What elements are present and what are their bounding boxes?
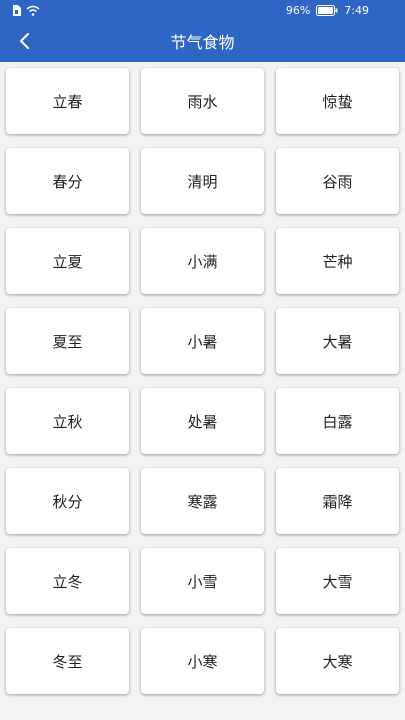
solar-term-tile[interactable]: 小寒 xyxy=(141,628,264,694)
solar-term-tile[interactable]: 夏至 xyxy=(6,308,129,374)
solar-term-tile[interactable]: 小雪 xyxy=(141,548,264,614)
solar-term-tile[interactable]: 芒种 xyxy=(276,228,399,294)
page-title: 节气食物 xyxy=(170,33,235,52)
solar-term-tile[interactable]: 处暑 xyxy=(141,388,264,454)
solar-term-tile[interactable]: 立夏 xyxy=(6,228,129,294)
solar-term-tile[interactable]: 清明 xyxy=(141,148,264,214)
status-left xyxy=(12,5,40,16)
back-button[interactable] xyxy=(10,30,38,56)
solar-term-tile[interactable]: 霜降 xyxy=(276,468,399,534)
solar-term-tile[interactable]: 寒露 xyxy=(141,468,264,534)
battery-icon xyxy=(316,5,338,16)
chevron-left-icon xyxy=(17,32,31,54)
solar-term-tile[interactable]: 立春 xyxy=(6,68,129,134)
solar-term-tile[interactable]: 大雪 xyxy=(276,548,399,614)
status-right: 96% 7:49 xyxy=(286,4,369,17)
solar-term-tile[interactable]: 立秋 xyxy=(6,388,129,454)
solar-term-tile[interactable]: 白露 xyxy=(276,388,399,454)
solar-term-tile[interactable]: 谷雨 xyxy=(276,148,399,214)
solar-term-tile[interactable]: 大暑 xyxy=(276,308,399,374)
solar-term-grid: 立春 雨水 惊蛰 春分 清明 谷雨 立夏 小满 芒种 夏至 小暑 大暑 立秋 处… xyxy=(6,68,399,694)
app-bar: 节气食物 xyxy=(0,24,405,62)
status-time: 7:49 xyxy=(344,4,369,17)
solar-term-tile[interactable]: 惊蛰 xyxy=(276,68,399,134)
solar-term-tile[interactable]: 大寒 xyxy=(276,628,399,694)
solar-term-tile[interactable]: 小满 xyxy=(141,228,264,294)
solar-term-tile[interactable]: 立冬 xyxy=(6,548,129,614)
status-bar: 96% 7:49 xyxy=(0,0,405,24)
wifi-icon xyxy=(26,5,40,16)
solar-term-tile[interactable]: 小暑 xyxy=(141,308,264,374)
solar-term-tile[interactable]: 雨水 xyxy=(141,68,264,134)
battery-percent: 96% xyxy=(285,4,311,17)
solar-term-tile[interactable]: 春分 xyxy=(6,148,129,214)
sim-icon xyxy=(12,5,21,16)
solar-term-tile[interactable]: 秋分 xyxy=(6,468,129,534)
solar-term-tile[interactable]: 冬至 xyxy=(6,628,129,694)
